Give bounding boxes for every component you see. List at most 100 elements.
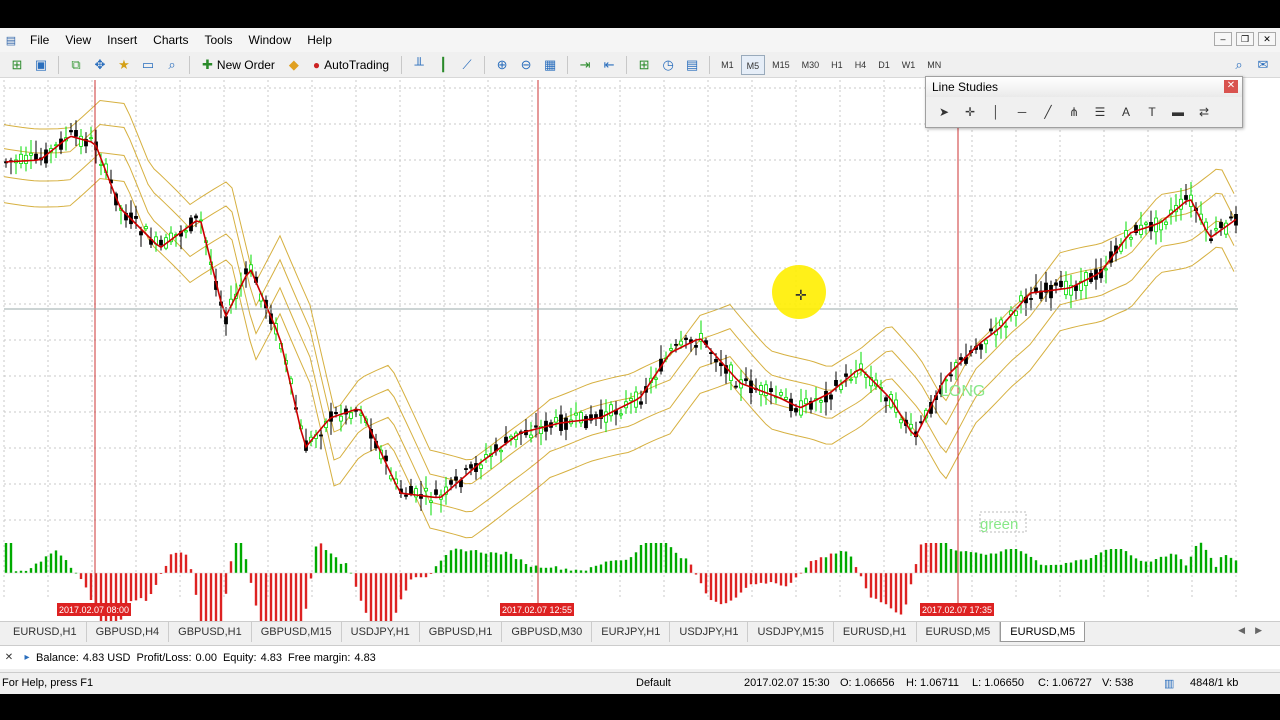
restore-icon[interactable]: ❐ [1236,32,1254,46]
indicators-icon[interactable]: ⊞ [633,55,655,75]
minimize-icon[interactable]: – [1214,32,1232,46]
andrews-pitchfork-icon[interactable]: ⋔ [1064,105,1084,119]
text-icon[interactable]: A [1116,105,1136,119]
histogram-bar [879,573,883,603]
tab-chart-active[interactable]: EURUSD,M5 [1000,622,1086,642]
new-order-button[interactable]: ✚ New Order [196,54,281,76]
templates-icon[interactable]: ▤ [681,55,703,75]
horizontal-line-icon[interactable]: ─ [1012,105,1032,119]
zoom-out-icon[interactable]: ⊖ [515,55,537,75]
candle-body [619,413,623,416]
strategy-tester-icon[interactable]: ⌕ [161,55,183,75]
histogram-bar [544,567,548,573]
tab-chart[interactable]: GBPUSD,M30 [502,622,593,642]
tab-chart[interactable]: GBPUSD,H1 [420,622,503,642]
timeframe-d1[interactable]: D1 [873,55,895,75]
menu-view[interactable]: View [57,28,99,52]
histogram-bar [1069,562,1073,573]
tab-chart[interactable]: EURUSD,H1 [834,622,917,642]
long-annotation[interactable]: LONG [940,383,985,400]
close-terminal-icon[interactable]: ✕ [0,652,18,663]
line-studies-panel[interactable]: Line Studies ✕ ➤ ✛ │ ─ ╱ ⋔ ☰ A T ▬ ⇄ [925,76,1243,128]
timeframe-h4[interactable]: H4 [850,55,872,75]
tab-chart[interactable]: EURUSD,M5 [917,622,1001,642]
vertical-line-icon[interactable]: │ [986,105,1006,119]
histogram-bar [1099,552,1103,573]
timeframe-m1[interactable]: M1 [716,55,739,75]
cursor-icon[interactable]: ➤ [934,105,954,119]
histogram-bar [264,573,268,621]
menu-charts[interactable]: Charts [145,28,196,52]
close-icon[interactable]: ✕ [1258,32,1276,46]
tab-chart[interactable]: GBPUSD,H4 [87,622,170,642]
app-icon: ▤ [5,34,17,47]
bar-chart-icon[interactable]: ╨ [408,55,430,75]
menu-tools[interactable]: Tools [197,28,241,52]
tab-chart[interactable]: USDJPY,H1 [670,622,749,642]
menu-insert[interactable]: Insert [99,28,145,52]
periods-icon[interactable]: ◷ [657,55,679,75]
chart-shift-icon[interactable]: ⇥ [574,55,596,75]
new-chart-icon[interactable]: ⊞ [6,55,28,75]
line-chart-icon[interactable]: ⟋ [456,55,478,75]
trendline-icon[interactable]: ╱ [1038,105,1058,119]
histogram-bar [284,573,288,621]
timeframe-m30[interactable]: M30 [797,55,825,75]
metaeditor-icon[interactable]: ◆ [283,55,305,75]
navigator-icon[interactable]: ★ [113,55,135,75]
tab-chart[interactable]: USDJPY,H1 [342,622,420,642]
line-studies-title[interactable]: Line Studies [926,77,1242,97]
histogram-bar [59,555,63,573]
chart-canvas[interactable]: ✛ LONG green 2017.02.07 08:00 2017.02.07… [0,78,1280,621]
timeframe-mn[interactable]: MN [922,55,946,75]
tab-chart[interactable]: GBPUSD,H1 [169,622,252,642]
candle-body [479,464,483,469]
text-label-icon[interactable]: T [1142,105,1162,119]
tab-scroll-arrows-icon[interactable]: ◀▶ [1238,625,1272,636]
histogram-bar [594,565,598,573]
candle-body [779,392,783,396]
autotrading-button[interactable]: ● AutoTrading [307,54,395,76]
menu-help[interactable]: Help [299,28,340,52]
candle-body [959,357,963,361]
timeframe-m15[interactable]: M15 [767,55,795,75]
histogram-bar [369,573,373,621]
fibonacci-icon[interactable]: ☰ [1090,105,1110,119]
timeframe-h1[interactable]: H1 [826,55,848,75]
timeframe-w1[interactable]: W1 [897,55,921,75]
tab-chart[interactable]: USDJPY,M15 [748,622,834,642]
green-annotation[interactable]: green [980,516,1018,533]
histogram-bar [774,573,778,584]
equity-label: Equity: [222,651,257,664]
menu-file[interactable]: File [22,28,57,52]
tab-chart[interactable]: EURJPY,H1 [592,622,671,642]
timeframe-m5[interactable]: M5 [740,54,766,75]
arrow-icon[interactable]: ⇄ [1194,105,1214,119]
histogram-bar [24,570,28,573]
search-icon[interactable]: ⌕ [1228,55,1250,75]
data-window-icon[interactable]: ✥ [89,55,111,75]
candle-body [89,137,93,140]
histogram-bar [1164,556,1168,573]
market-watch-icon[interactable]: ⧉ [65,55,87,75]
tab-chart[interactable]: EURUSD,H1 [4,622,87,642]
chat-icon[interactable]: ✉ [1252,55,1274,75]
candle-body [69,130,73,133]
terminal-icon[interactable]: ▭ [137,55,159,75]
close-icon[interactable]: ✕ [1224,80,1238,93]
candlestick-icon[interactable]: ┃ [432,55,454,75]
candle-body [534,425,538,428]
tab-chart[interactable]: GBPUSD,M15 [252,622,342,642]
autoscroll-icon[interactable]: ⇤ [598,55,620,75]
rectangle-icon[interactable]: ▬ [1168,105,1188,119]
histogram-bar [219,573,223,621]
zoom-in-icon[interactable]: ⊕ [491,55,513,75]
menu-window[interactable]: Window [241,28,300,52]
profiles-icon[interactable]: ▣ [30,55,52,75]
histogram-bar [9,543,13,573]
price-chart[interactable]: ✛ LONG green 2017.02.07 08:00 2017.02.07… [0,76,1280,621]
terminal-arrow-icon: ▸ [24,652,30,663]
tile-windows-icon[interactable]: ▦ [539,55,561,75]
crosshair-icon[interactable]: ✛ [960,105,980,119]
histogram-bar [344,563,348,573]
